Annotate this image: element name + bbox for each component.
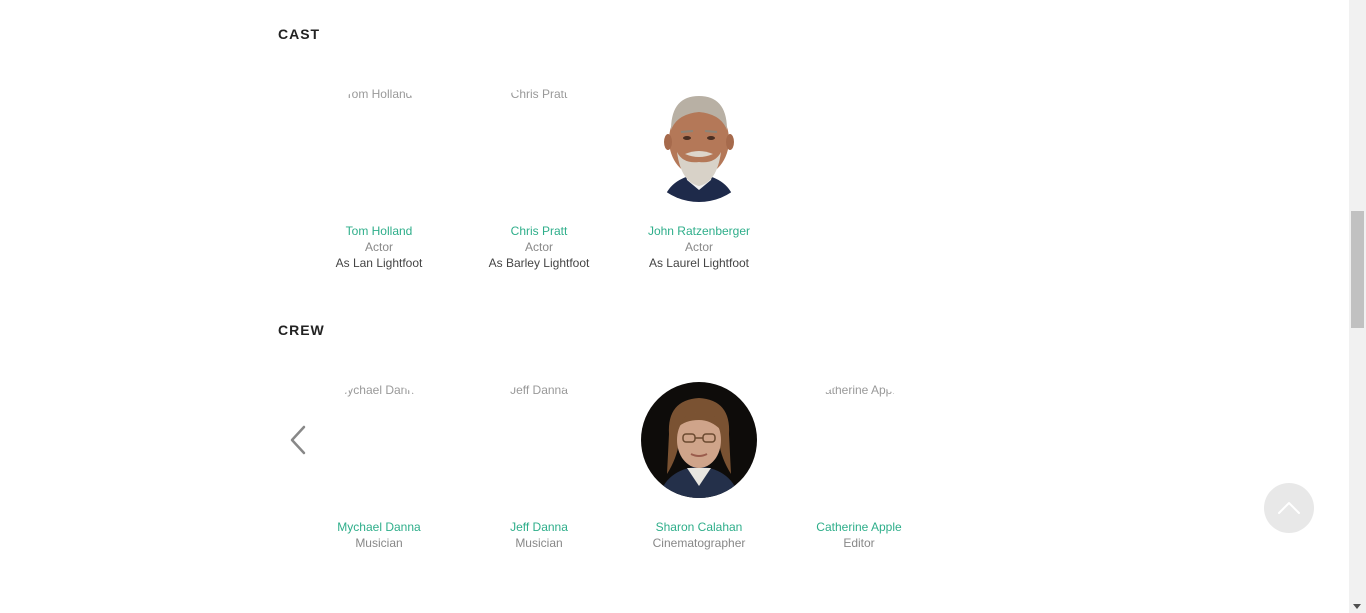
crew-name-link[interactable]: Mychael Danna [299,520,459,534]
cast-card-john-ratzenberger[interactable]: John Ratzenberger Actor As Laurel Lightf… [619,86,779,270]
crew-card-catherine-apple[interactable]: Catherine Apple Catherine Apple Editor [779,382,939,550]
avatar: Mychael Danna [321,382,437,498]
cast-character: As Barley Lightfoot [488,256,590,270]
crew-role: Musician [355,536,403,550]
crew-role: Cinematographer [652,536,746,550]
chevron-up-icon [1278,502,1300,514]
person-photo-icon [641,382,757,498]
avatar: Catherine Apple [801,382,917,498]
avatar-photo [641,382,757,498]
crew-name-link[interactable]: Sharon Calahan [619,520,779,534]
cast-card-tom-holland[interactable]: Tom Holland Tom Holland Actor As Lan Lig… [299,86,459,270]
cast-role: Actor [524,240,553,254]
cast-role: Actor [364,240,393,254]
person-photo-icon [641,86,757,202]
cast-name-link[interactable]: Chris Pratt [459,224,619,238]
avatar-alt-text: Catherine Apple [816,383,902,397]
cast-name-link[interactable]: John Ratzenberger [619,224,779,238]
cast-character: As Laurel Lightfoot [648,256,750,270]
cast-character: As Lan Lightfoot [335,256,423,270]
cast-name-link[interactable]: Tom Holland [299,224,459,238]
cast-section-title: CAST [278,26,321,42]
scroll-down-arrow-icon[interactable] [1353,604,1361,609]
crew-card-jeff-danna[interactable]: Jeff Danna Jeff Danna Musician [459,382,619,550]
avatar: Chris Pratt [481,86,597,202]
avatar-alt-text: Tom Holland [345,87,413,101]
crew-card-sharon-calahan[interactable]: Sharon Calahan Cinematographer [619,382,779,550]
crew-role: Musician [515,536,563,550]
crew-role: Editor [843,536,875,550]
avatar-alt-text: Jeff Danna [510,383,568,397]
crew-name-link[interactable]: Catherine Apple [779,520,939,534]
avatar-photo [641,86,757,202]
avatar: Jeff Danna [481,382,597,498]
crew-card-mychael-danna[interactable]: Mychael Danna Mychael Danna Musician [299,382,459,550]
avatar-alt-text: Mychael Danna [337,383,421,397]
cast-card-chris-pratt[interactable]: Chris Pratt Chris Pratt Actor As Barley … [459,86,619,270]
scrollbar-thumb[interactable] [1351,211,1364,328]
page-scrollbar[interactable] [1349,0,1366,613]
crew-section-title: CREW [278,322,325,338]
avatar-alt-text: Chris Pratt [510,87,568,101]
cast-role: Actor [684,240,713,254]
back-to-top-button[interactable] [1264,483,1314,533]
crew-name-link[interactable]: Jeff Danna [459,520,619,534]
avatar: Tom Holland [321,86,437,202]
